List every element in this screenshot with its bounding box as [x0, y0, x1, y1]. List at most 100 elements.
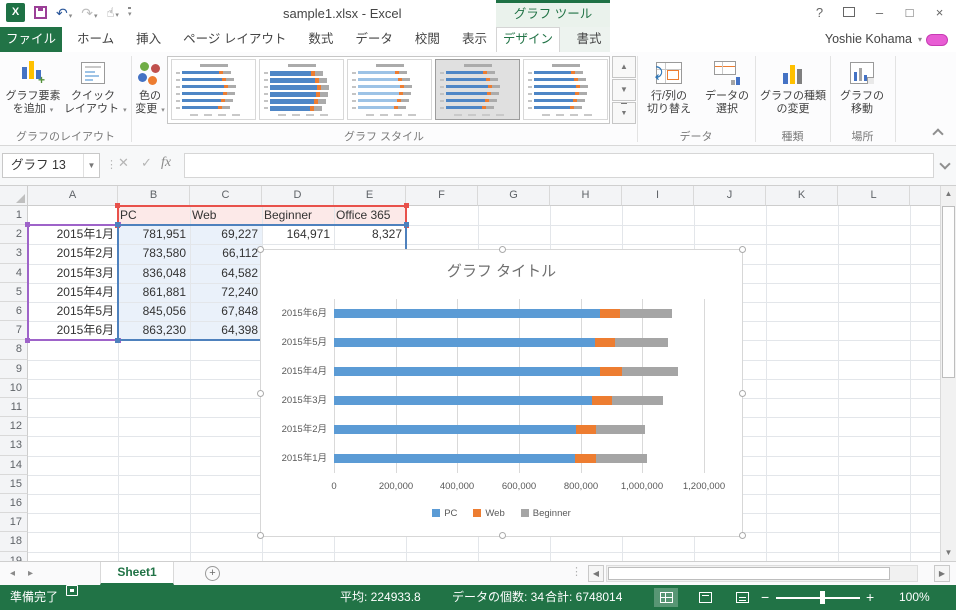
minimize-button[interactable]: –	[866, 2, 893, 23]
chart-resize-handle[interactable]	[257, 390, 264, 397]
cell-C2[interactable]: 69,227	[192, 225, 258, 244]
row-header-6[interactable]: 6	[0, 302, 28, 322]
bar-segment-beginner[interactable]	[620, 309, 672, 318]
chart-style-thumbnail-4[interactable]	[435, 59, 520, 120]
ribbon-tab-3[interactable]: 数式	[297, 27, 344, 52]
cell-B4[interactable]: 836,048	[120, 264, 186, 283]
select-all-corner[interactable]	[0, 186, 28, 206]
chart-style-thumbnail-5[interactable]	[523, 59, 608, 120]
vertical-scroll-thumb[interactable]	[942, 206, 955, 378]
ribbon-tab-6[interactable]: 表示	[451, 27, 498, 52]
cell-A5[interactable]: 2015年4月	[30, 283, 114, 302]
chart-style-thumbnail-3[interactable]	[347, 59, 432, 120]
sheet-nav-prev-icon[interactable]: ◂	[10, 562, 15, 585]
quick-layout-button[interactable]: クイック レイアウト ▾	[64, 56, 127, 138]
tab-scrollbar-splitter[interactable]: ⋮	[571, 565, 582, 578]
scroll-down-icon[interactable]: ▼	[941, 545, 956, 561]
bar-segment-beginner[interactable]	[595, 425, 645, 434]
gallery-scroll-up-button[interactable]: ▲	[612, 56, 636, 78]
touch-mode-button[interactable]: ☝▾	[107, 5, 119, 21]
collapse-ribbon-button[interactable]	[932, 128, 944, 140]
tab-design-active[interactable]: デザイン	[496, 27, 560, 52]
row-header-14[interactable]: 14	[0, 455, 28, 475]
row-header-18[interactable]: 18	[0, 532, 28, 552]
horizontal-scrollbar[interactable]	[606, 565, 918, 582]
chart-title[interactable]: グラフ タイトル	[261, 260, 742, 281]
chart-resize-handle[interactable]	[739, 532, 746, 539]
page-break-preview-button[interactable]	[730, 588, 754, 607]
ribbon-tab-0[interactable]: ホーム	[66, 27, 125, 52]
cell-A4[interactable]: 2015年3月	[30, 264, 114, 283]
cell-D1[interactable]: Beginner	[264, 206, 330, 225]
chart-style-thumbnail-2[interactable]	[259, 59, 344, 120]
bar-segment-pc[interactable]	[334, 454, 576, 463]
chart-resize-handle[interactable]	[499, 246, 506, 253]
scroll-left-icon[interactable]: ◀	[588, 565, 604, 582]
cell-C5[interactable]: 72,240	[192, 283, 258, 302]
cell-B1[interactable]: PC	[120, 206, 186, 225]
zoom-slider[interactable]	[776, 597, 860, 599]
embedded-chart[interactable]: グラフ タイトル 0 200,000 400,000 600,000 800,000 1,…	[257, 246, 746, 539]
bar-segment-pc[interactable]	[334, 425, 576, 434]
cell-B5[interactable]: 861,881	[120, 283, 186, 302]
cell-A7[interactable]: 2015年6月	[30, 321, 114, 340]
row-header-5[interactable]: 5	[0, 282, 28, 302]
row-header-7[interactable]: 7	[0, 321, 28, 341]
cell-B7[interactable]: 863,230	[120, 321, 186, 340]
select-data-button[interactable]: データの 選択	[698, 56, 756, 138]
bar-segment-pc[interactable]	[334, 367, 600, 376]
sheet-nav-next-icon[interactable]: ▸	[28, 562, 33, 585]
user-name[interactable]: Yoshie Kohama	[825, 27, 912, 52]
cell-C6[interactable]: 67,848	[192, 302, 258, 321]
row-header-8[interactable]: 8	[0, 340, 28, 360]
cell-A6[interactable]: 2015年5月	[30, 302, 114, 321]
row-header-9[interactable]: 9	[0, 359, 28, 379]
add-chart-element-button[interactable]: + グラフ要素 を追加 ▾	[4, 56, 62, 138]
maximize-button[interactable]: □	[896, 2, 923, 23]
sheet-tab-sheet1[interactable]: Sheet1	[100, 562, 174, 585]
column-header-F[interactable]: F	[406, 186, 478, 206]
column-header-A[interactable]: A	[28, 186, 118, 206]
cancel-icon[interactable]: ✕	[118, 155, 129, 171]
chart-resize-handle[interactable]	[739, 390, 746, 397]
cell-E2[interactable]: 8,327	[336, 225, 402, 244]
row-header-1[interactable]: 1	[0, 206, 28, 226]
row-header-11[interactable]: 11	[0, 398, 28, 418]
ribbon-display-options-button[interactable]	[836, 2, 863, 23]
scroll-up-icon[interactable]: ▲	[941, 186, 956, 202]
enter-icon[interactable]: ✓	[141, 155, 152, 171]
vertical-scrollbar[interactable]: ▲ ▼	[940, 186, 956, 561]
bar-segment-beginner[interactable]	[611, 396, 663, 405]
expand-formula-bar-icon[interactable]	[939, 158, 951, 170]
bar-segment-web[interactable]	[599, 367, 622, 376]
legend-item-web[interactable]: Web	[473, 508, 505, 519]
cell-A3[interactable]: 2015年2月	[30, 244, 114, 263]
page-layout-view-button[interactable]	[693, 588, 717, 607]
insert-function-icon[interactable]: fx	[161, 155, 171, 171]
zoom-level[interactable]: 100%	[899, 585, 930, 610]
bar-segment-web[interactable]	[575, 454, 597, 463]
help-button[interactable]: ?	[806, 2, 833, 23]
formula-input[interactable]	[184, 153, 934, 178]
cell-C3[interactable]: 66,112	[192, 244, 258, 263]
legend-item-pc[interactable]: PC	[432, 508, 457, 519]
formula-bar-splitter[interactable]: ⋮	[106, 158, 117, 171]
chart-style-thumbnail-1[interactable]	[171, 59, 256, 120]
gallery-scroll-down-button[interactable]: ▼	[612, 79, 636, 101]
change-chart-type-button[interactable]: グラフの種類 の変更	[758, 56, 828, 138]
tab-format[interactable]: 書式	[564, 27, 614, 52]
user-avatar[interactable]	[926, 34, 948, 46]
customize-qat-button[interactable]: ▾	[127, 7, 132, 18]
scroll-right-icon[interactable]: ▶	[934, 565, 950, 582]
column-header-B[interactable]: B	[118, 186, 190, 206]
name-box[interactable]: グラフ 13 ▼	[2, 153, 100, 178]
gallery-more-button[interactable]: ▼	[612, 102, 636, 124]
chart-resize-handle[interactable]	[739, 246, 746, 253]
bar-segment-beginner[interactable]	[596, 454, 648, 463]
row-header-10[interactable]: 10	[0, 378, 28, 398]
change-colors-button[interactable]: 色の 変更 ▾	[135, 56, 165, 138]
column-header-H[interactable]: H	[550, 186, 622, 206]
column-header-J[interactable]: J	[694, 186, 766, 206]
row-header-17[interactable]: 17	[0, 513, 28, 533]
cell-E1[interactable]: Office 365	[336, 206, 402, 225]
